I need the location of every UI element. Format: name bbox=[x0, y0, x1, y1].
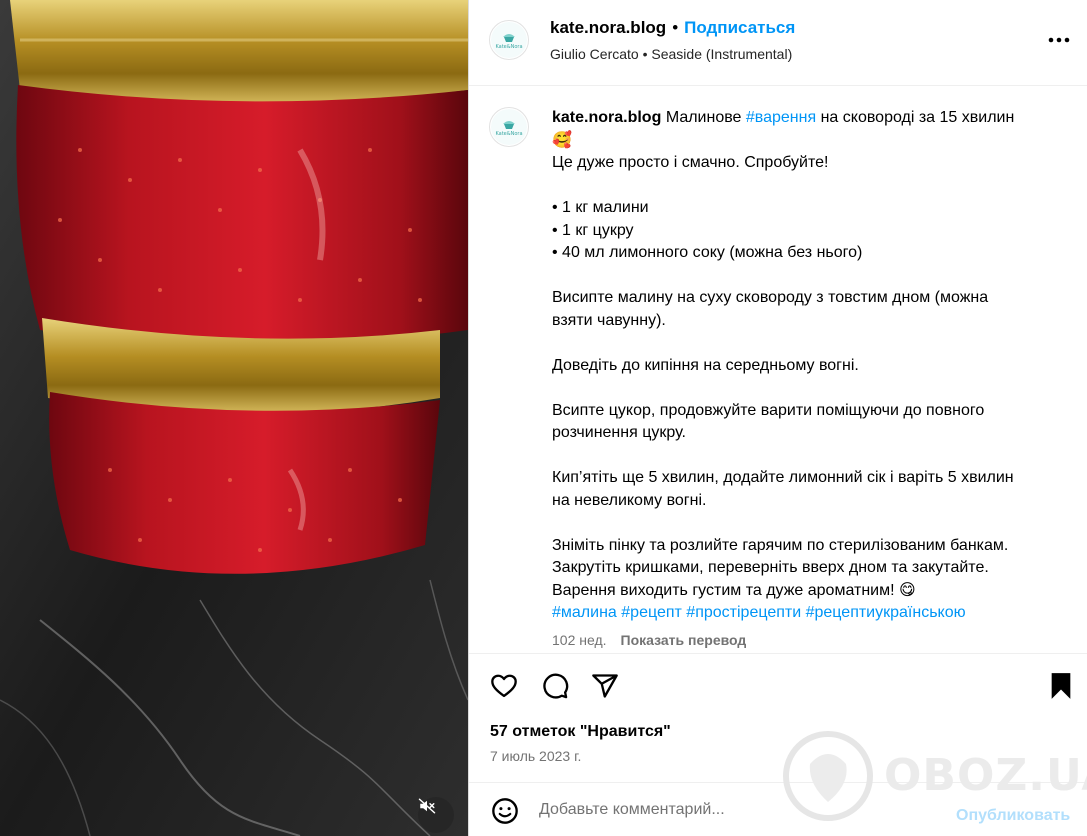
like-button[interactable] bbox=[488, 670, 520, 702]
recipe-step: Зніміть пінку та розлийте гарячим по сте… bbox=[552, 536, 1009, 554]
recipe-step: Всипте цукор, продовжуйте варити поміщую… bbox=[552, 401, 985, 419]
save-button[interactable] bbox=[1045, 670, 1077, 702]
ingredient-item: • 1 кг цукру bbox=[552, 221, 634, 239]
post-age[interactable]: 102 нед. bbox=[552, 632, 607, 648]
caption-emoji: 🥰 bbox=[552, 131, 572, 149]
comment-button[interactable] bbox=[539, 670, 571, 702]
share-button[interactable] bbox=[589, 670, 621, 702]
audio-separator: • bbox=[642, 46, 648, 62]
caption-meta: 102 нед. Показать перевод bbox=[552, 632, 746, 648]
comment-input[interactable] bbox=[539, 797, 939, 823]
mute-icon bbox=[418, 798, 436, 814]
caption-avatar[interactable]: Kate&Nora bbox=[489, 107, 529, 147]
cupcake-icon bbox=[503, 33, 515, 42]
ingredient-item: • 40 мл лимонного соку (можна без нього) bbox=[552, 244, 863, 261]
header-top-line: kate.nora.blog • Подписаться bbox=[550, 18, 795, 38]
hashtags-line: #малина #рецепт #простірецепти #рецептиу… bbox=[552, 602, 1072, 625]
caption-area: Kate&Nora kate.nora.blog Малинове #варен… bbox=[469, 87, 1087, 653]
emoji-button[interactable] bbox=[489, 795, 521, 827]
caption-avatar-logo: Kate&Nora bbox=[491, 109, 527, 145]
avatar-logo: Kate&Nora bbox=[491, 22, 527, 58]
caption-avatar-text: Kate&Nora bbox=[495, 130, 523, 137]
avatar[interactable]: Kate&Nora bbox=[489, 20, 529, 60]
jam-jars-image bbox=[0, 0, 468, 836]
avatar-text: Kate&Nora bbox=[495, 43, 523, 50]
comment-bar: Опубликовать bbox=[469, 782, 1087, 836]
post-date[interactable]: 7 июль 2023 г. bbox=[490, 748, 581, 764]
hashtag-link[interactable]: #малина bbox=[552, 604, 617, 621]
recipe-step: на невеликому вогні. bbox=[552, 491, 707, 509]
post-header: Kate&Nora kate.nora.blog • Подписаться Giu… bbox=[469, 0, 1087, 86]
caption-text: Варення виходить густим та дуже ароматни… bbox=[552, 581, 899, 599]
translate-button[interactable]: Показать перевод bbox=[621, 632, 747, 648]
bookmark-icon bbox=[1051, 673, 1071, 699]
audio-artist[interactable]: Giulio Cercato bbox=[550, 46, 639, 62]
heart-icon bbox=[491, 674, 517, 698]
recipe-step: Закрутіть кришками, переверніть вверх дн… bbox=[552, 559, 989, 576]
audio-title[interactable]: Seaside (Instrumental) bbox=[651, 46, 792, 62]
caption-text: Малинове bbox=[665, 109, 746, 126]
recipe-step-final: Варення виходить густим та дуже ароматни… bbox=[552, 580, 1072, 603]
hashtag-link[interactable]: #рецептиукраїнською bbox=[806, 604, 966, 621]
hashtag-link[interactable]: #простірецепти bbox=[686, 604, 801, 621]
recipe-step: Висипте малину на суху сковороду з товст… bbox=[552, 289, 989, 306]
share-icon bbox=[592, 674, 618, 698]
publish-button[interactable]: Опубликовать bbox=[956, 807, 1070, 825]
follow-button[interactable]: Подписаться bbox=[684, 18, 795, 37]
recipe-step: Доведіть до кипіння на середньому вогні. bbox=[552, 356, 859, 374]
recipe-step: Кип’ятіть ще 5 хвилин, додайте лимонний … bbox=[552, 469, 1014, 486]
mute-button[interactable] bbox=[418, 797, 454, 833]
recipe-step: взяти чавунну). bbox=[552, 311, 666, 329]
likes-count[interactable]: 57 отметок "Нравится" bbox=[490, 723, 671, 741]
header-username[interactable]: kate.nora.blog bbox=[550, 18, 666, 37]
post-media[interactable] bbox=[0, 0, 468, 836]
hashtag-link[interactable]: #рецепт bbox=[621, 604, 682, 621]
ingredient-item: • 1 кг малини bbox=[552, 199, 649, 216]
emoji-icon bbox=[492, 798, 518, 824]
hashtag-link[interactable]: #варення bbox=[746, 109, 816, 126]
more-options-button[interactable] bbox=[1045, 26, 1073, 54]
caption-emoji-inline: 😋 bbox=[899, 581, 916, 599]
cupcake-icon bbox=[503, 120, 515, 129]
audio-line: Giulio Cercato • Seaside (Instrumental) bbox=[550, 46, 792, 62]
caption-username[interactable]: kate.nora.blog bbox=[552, 109, 661, 126]
header-separator: • bbox=[672, 18, 679, 37]
comment-icon bbox=[543, 673, 569, 699]
post-caption: kate.nora.blog Малинове #варення на сков… bbox=[552, 107, 1072, 625]
recipe-step: розчинення цукру. bbox=[552, 424, 686, 441]
post-details-panel: Kate&Nora kate.nora.blog • Подписаться Giu… bbox=[468, 0, 1087, 836]
more-horizontal-icon bbox=[1048, 37, 1070, 43]
action-bar: 57 отметок "Нравится" 7 июль 2023 г. bbox=[469, 653, 1087, 781]
caption-intro: Це дуже просто і смачно. Спробуйте! bbox=[552, 154, 829, 171]
caption-text: на сковороді за 15 хвилин bbox=[816, 109, 1015, 126]
caption-line-1: kate.nora.blog Малинове #варення на сков… bbox=[552, 107, 1072, 130]
